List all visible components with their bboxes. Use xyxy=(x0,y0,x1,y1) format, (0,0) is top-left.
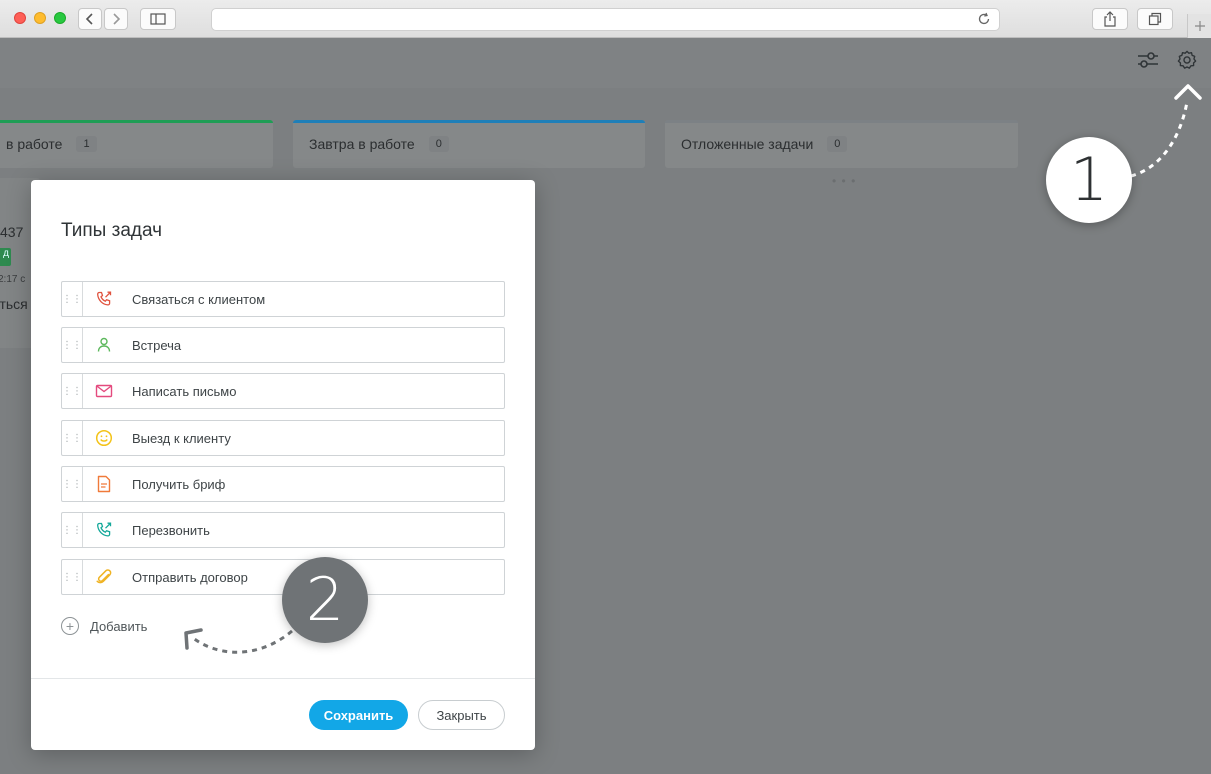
modal-divider xyxy=(31,678,535,679)
document-icon xyxy=(95,475,113,493)
gear-icon xyxy=(1177,50,1197,69)
callout-step-2: 2 xyxy=(282,557,368,643)
task-types-modal: Типы задач ⋮⋮ Связаться с клиентом ⋮⋮ Вс… xyxy=(31,180,535,750)
close-window-button[interactable] xyxy=(14,12,26,24)
column-count: 1 xyxy=(76,136,97,152)
column-postponed[interactable]: Отложенные задачи 0 xyxy=(665,120,1018,168)
chevron-left-icon xyxy=(85,13,93,25)
task-type-label: Написать письмо xyxy=(132,384,237,399)
filter-button[interactable] xyxy=(1135,47,1161,73)
phone-outgoing-icon xyxy=(95,290,113,308)
task-type-row[interactable]: ⋮⋮ Перезвонить xyxy=(61,512,505,548)
phone-callback-icon xyxy=(95,521,113,539)
column-in-progress[interactable]: в работе 1 xyxy=(0,120,273,168)
back-button[interactable] xyxy=(78,8,102,30)
task-type-label: Получить бриф xyxy=(132,477,226,492)
add-label: Добавить xyxy=(90,618,148,634)
drag-handle-icon[interactable]: ⋮⋮ xyxy=(62,560,83,594)
task-type-row[interactable]: ⋮⋮ Получить бриф xyxy=(61,466,505,502)
drag-handle-icon[interactable]: ⋮⋮ xyxy=(62,328,83,362)
chevron-right-icon xyxy=(113,13,121,25)
sidebar-icon xyxy=(150,13,166,25)
column-accent-bar xyxy=(665,120,1018,123)
column-accent-bar xyxy=(293,120,645,123)
column-accent-bar xyxy=(0,120,273,123)
task-badge: д xyxy=(0,248,11,266)
plus-icon xyxy=(1194,21,1205,31)
drag-handle-icon[interactable]: ⋮⋮ xyxy=(62,421,83,455)
tabs-icon xyxy=(1148,12,1162,26)
column-count: 0 xyxy=(428,136,449,152)
task-type-label: Встреча xyxy=(132,338,182,353)
task-number: 437 xyxy=(0,224,24,240)
sidebar-toggle-button[interactable] xyxy=(140,8,176,30)
task-type-label: Выезд к клиенту xyxy=(132,431,231,446)
app-topbar xyxy=(0,38,1211,88)
browser-toolbar xyxy=(0,0,1211,38)
column-tomorrow[interactable]: Завтра в работе 0 xyxy=(293,120,645,168)
add-task-type-button[interactable]: + Добавить xyxy=(61,616,147,636)
tabs-overview-button[interactable] xyxy=(1137,8,1173,30)
settings-button[interactable] xyxy=(1174,47,1200,73)
drag-handle-icon[interactable]: ⋮⋮ xyxy=(62,513,83,547)
modal-title: Типы задач xyxy=(61,220,163,241)
plus-circle-icon: + xyxy=(61,617,79,635)
task-type-row[interactable]: ⋮⋮ Написать письмо xyxy=(61,373,505,409)
smile-icon xyxy=(95,429,113,447)
paperclip-icon xyxy=(95,568,113,586)
task-type-label: Связаться с клиентом xyxy=(132,292,266,307)
sliders-icon xyxy=(1138,52,1158,68)
column-count: 0 xyxy=(827,136,848,152)
save-button[interactable]: Сохранить xyxy=(309,700,408,730)
column-title: в работе xyxy=(6,136,63,152)
forward-button[interactable] xyxy=(104,8,128,30)
task-type-row[interactable]: ⋮⋮ Встреча xyxy=(61,327,505,363)
task-text: аться xyxy=(0,296,28,312)
address-bar[interactable] xyxy=(211,8,1000,31)
task-type-label: Перезвонить xyxy=(132,523,210,538)
maximize-window-button[interactable] xyxy=(54,12,66,24)
close-button[interactable]: Закрыть xyxy=(418,700,505,730)
new-tab-button[interactable] xyxy=(1187,14,1211,38)
column-title: Завтра в работе xyxy=(309,136,415,152)
reload-icon[interactable] xyxy=(977,12,991,26)
drag-handle-icon[interactable]: ⋮⋮ xyxy=(62,374,83,408)
task-type-row[interactable]: ⋮⋮ Выезд к клиенту xyxy=(61,420,505,456)
share-button[interactable] xyxy=(1092,8,1128,30)
share-icon xyxy=(1104,11,1116,27)
task-time: 2:17 с xyxy=(0,274,26,285)
callout-step-1: 1 xyxy=(1046,137,1132,223)
task-type-row[interactable]: ⋮⋮ Связаться с клиентом xyxy=(61,281,505,317)
minimize-window-button[interactable] xyxy=(34,12,46,24)
drag-handle-icon[interactable]: ⋮⋮ xyxy=(62,282,83,316)
drag-handle-icon[interactable]: ⋮⋮ xyxy=(62,467,83,501)
column-menu-dots[interactable]: • • • xyxy=(832,174,856,188)
column-title: Отложенные задачи xyxy=(681,136,814,152)
task-type-label: Отправить договор xyxy=(132,570,248,585)
mail-icon xyxy=(95,382,113,400)
person-icon xyxy=(95,336,113,354)
